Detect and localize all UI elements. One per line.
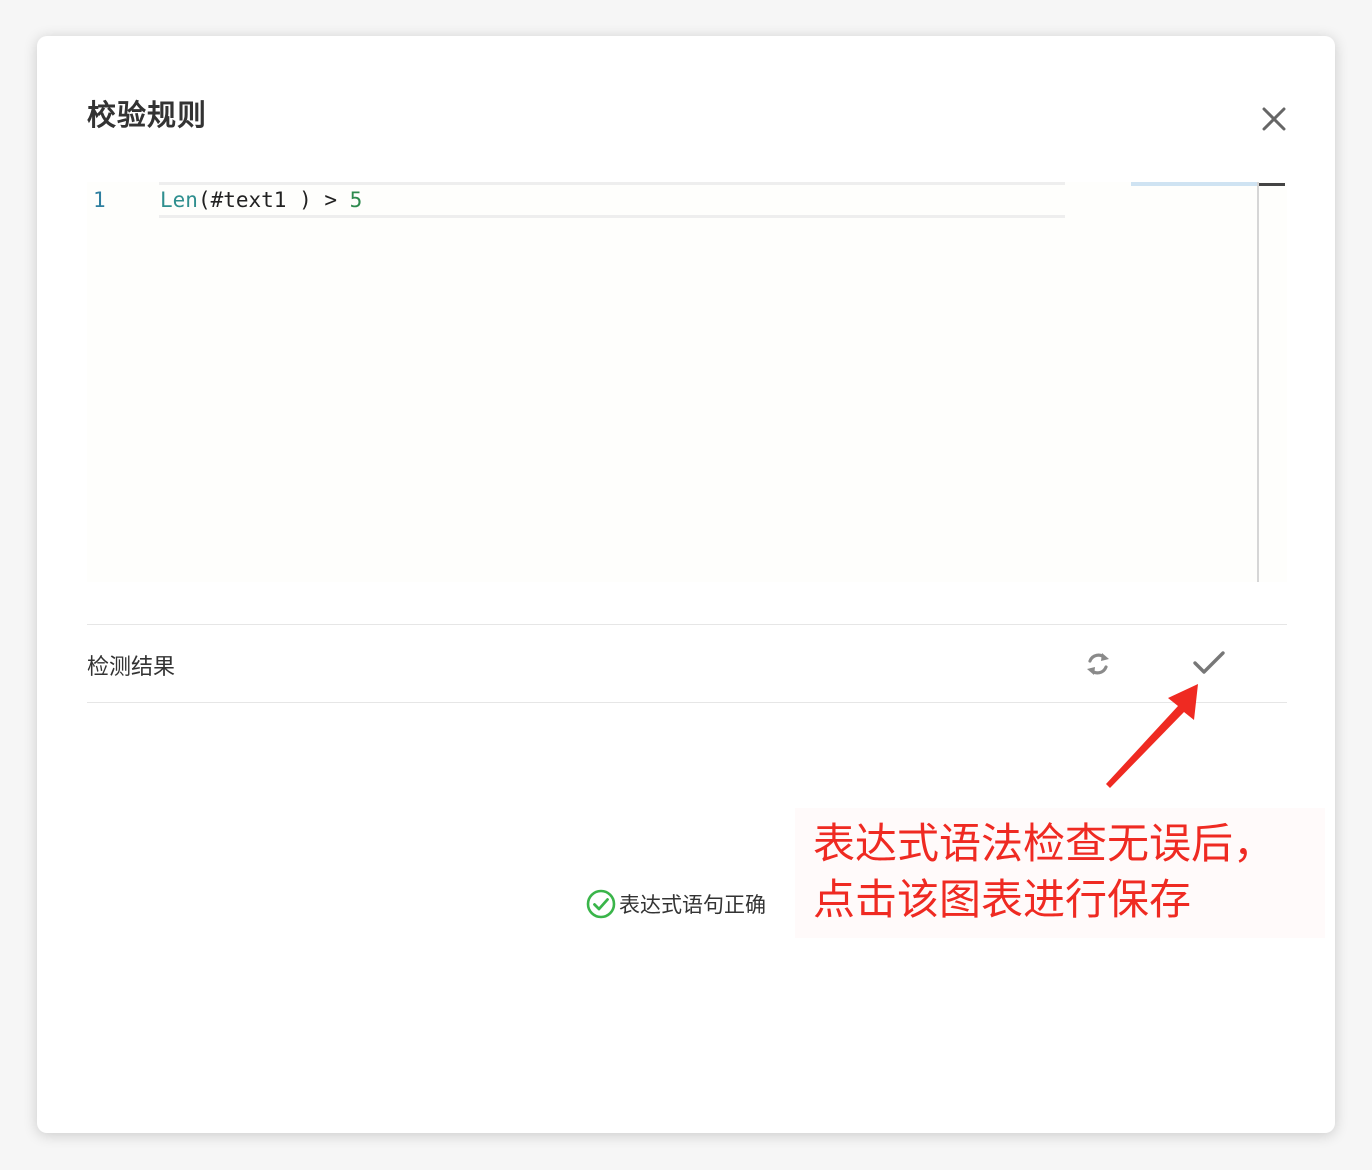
success-check-circle-icon <box>586 889 616 919</box>
refresh-button[interactable] <box>1082 648 1114 680</box>
annotation-line-1: 表达式语法检查无误后， <box>813 819 1276 868</box>
code-argument-token: (#text1 ) > <box>197 188 350 212</box>
status-text: 表达式语句正确 <box>619 893 766 917</box>
result-divider-top <box>87 624 1287 625</box>
save-check-button[interactable] <box>1191 646 1227 680</box>
dialog-title: 校验规则 <box>87 98 208 132</box>
result-label: 检测结果 <box>87 655 176 680</box>
annotation-line-2: 点击该图表进行保存 <box>813 875 1192 924</box>
annotation-text: 表达式语法检查无误后， 点击该图表进行保存 <box>813 816 1275 928</box>
line-number: 1 <box>93 188 106 212</box>
annotation-arrow-icon <box>1106 684 1198 788</box>
code-line[interactable]: Len(#text1 ) > 5 <box>160 188 362 212</box>
editor-scrollbar[interactable] <box>1257 182 1259 582</box>
editor-scrollbar-thumb[interactable] <box>1259 183 1285 186</box>
code-editor[interactable] <box>87 182 1287 582</box>
refresh-icon <box>1087 653 1109 675</box>
check-status: 表达式语句正确 <box>585 888 766 920</box>
close-icon <box>1262 107 1286 131</box>
close-button[interactable] <box>1257 102 1291 136</box>
check-icon <box>1193 651 1225 674</box>
editor-minimap[interactable] <box>1131 182 1257 186</box>
code-function-token: Len <box>160 188 198 212</box>
code-number-token: 5 <box>349 188 363 212</box>
validation-rule-dialog: 校验规则 1 Len(#text1 ) > 5 检测结果 表达式语句正确 <box>37 36 1335 1133</box>
